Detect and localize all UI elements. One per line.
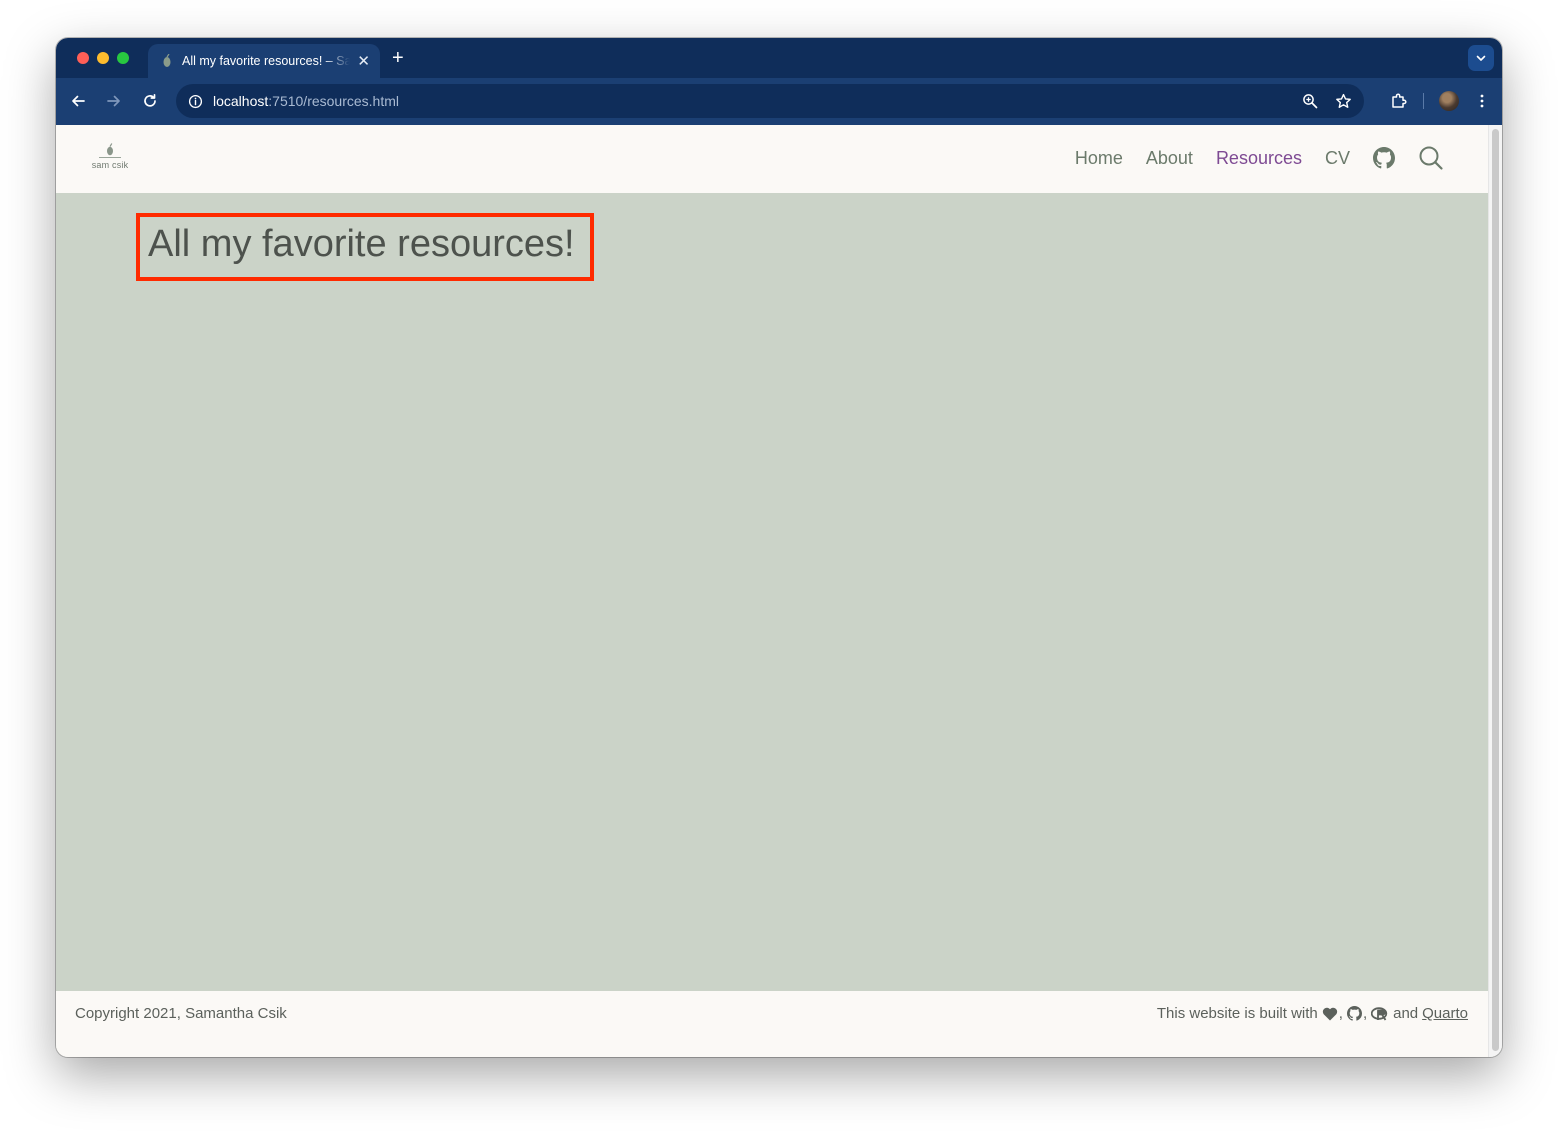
page-scrollbar[interactable] (1488, 125, 1502, 1057)
browser-toolbar: localhost:7510/resources.html (56, 78, 1502, 125)
site-navbar: sam csik Home About Resources CV (56, 125, 1488, 193)
tab-favicon-icon (160, 54, 174, 68)
nav-resources[interactable]: Resources (1216, 148, 1302, 169)
close-tab-icon[interactable]: ✕ (357, 54, 370, 69)
url-host: localhost (213, 93, 269, 109)
site-logo[interactable]: sam csik (88, 143, 132, 175)
tab-search-button[interactable] (1468, 45, 1494, 71)
url-path: :7510/resources.html (268, 93, 399, 109)
reload-icon (144, 93, 156, 107)
profile-avatar[interactable] (1439, 91, 1459, 111)
url-text[interactable]: localhost:7510/resources.html (213, 93, 399, 109)
page-title: All my favorite resources! (136, 213, 594, 281)
footer-and: and (1393, 1005, 1419, 1022)
browser-window: All my favorite resources! – Sam Csik ✕ … (56, 38, 1502, 1057)
heart-icon (1322, 1007, 1338, 1021)
nav-search-button[interactable] (1418, 145, 1444, 171)
logo-bird-icon (107, 143, 113, 156)
nav-links: Home About Resources CV (1052, 145, 1444, 171)
page-viewport: sam csik Home About Resources CV All my … (56, 125, 1502, 1057)
logo-divider (99, 157, 121, 158)
quarto-link[interactable]: Quarto (1422, 1005, 1468, 1022)
minimize-window-button[interactable] (97, 52, 109, 64)
r-project-icon (1371, 1006, 1389, 1021)
active-tab[interactable]: All my favorite resources! – Sam Csik ✕ (148, 44, 380, 78)
footer-copyright: Copyright 2021, Samantha Csik (75, 1005, 287, 1022)
new-tab-button[interactable]: + (392, 47, 404, 69)
nav-github-link[interactable] (1373, 147, 1395, 169)
toolbar-divider (1423, 93, 1424, 109)
tab-title: All my favorite resources! – Sam Csik (182, 54, 350, 68)
footer-github-icon (1346, 1006, 1362, 1021)
arrow-right-icon (107, 95, 120, 107)
tab-strip: All my favorite resources! – Sam Csik ✕ … (56, 38, 1502, 78)
bookmark-star-icon[interactable] (1335, 93, 1352, 110)
footer-comma-2: , (1362, 1005, 1368, 1022)
chevron-down-icon (1476, 55, 1486, 61)
reload-button[interactable] (141, 92, 159, 110)
nav-home[interactable]: Home (1075, 148, 1123, 169)
address-bar[interactable]: localhost:7510/resources.html (176, 84, 1364, 118)
close-window-button[interactable] (77, 52, 89, 64)
logo-text: sam csik (91, 160, 129, 170)
nav-cv[interactable]: CV (1325, 148, 1350, 169)
built-with-text: This website is built with (1156, 1005, 1318, 1022)
site-footer: Copyright 2021, Samantha Csik This websi… (56, 991, 1488, 1057)
maximize-window-button[interactable] (117, 52, 129, 64)
github-icon (1373, 147, 1395, 169)
arrow-left-icon (72, 95, 85, 107)
search-icon (1419, 146, 1443, 170)
footer-built-with: This website is built with , , and Quart… (1157, 1005, 1468, 1022)
extensions-puzzle-icon[interactable] (1390, 92, 1408, 110)
forward-button[interactable] (105, 92, 123, 110)
more-vertical-icon[interactable] (1474, 93, 1490, 109)
toolbar-right (1390, 91, 1490, 111)
footer-comma-1: , (1338, 1005, 1343, 1022)
zoom-icon[interactable] (1302, 93, 1318, 109)
back-button[interactable] (69, 92, 87, 110)
scrollbar-thumb[interactable] (1492, 129, 1499, 1051)
nav-about[interactable]: About (1146, 148, 1193, 169)
site-info-icon[interactable] (188, 94, 203, 109)
